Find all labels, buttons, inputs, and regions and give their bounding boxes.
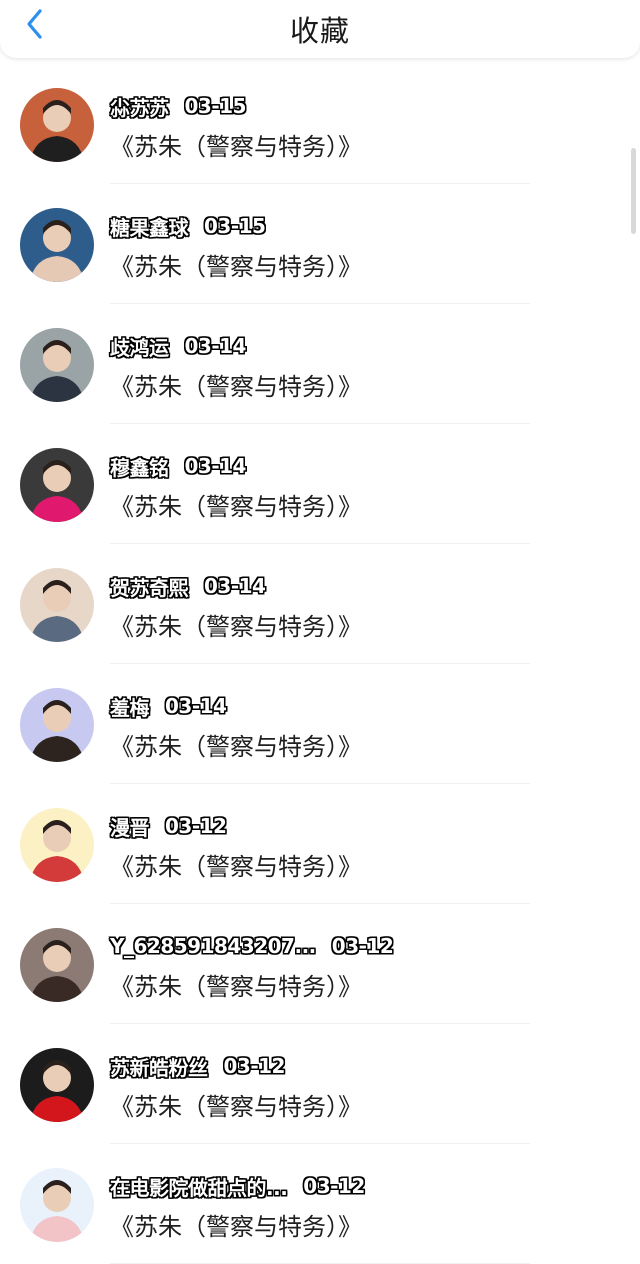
avatar[interactable]: [20, 1048, 94, 1122]
user-name[interactable]: 贺苏奇熙: [110, 572, 189, 601]
avatar[interactable]: [20, 808, 94, 882]
user-name[interactable]: 歧鸿运: [110, 332, 169, 361]
work-title[interactable]: 《苏朱（警察与特务）》: [110, 367, 362, 402]
item-date: 03-15: [184, 94, 247, 118]
list-item[interactable]: 糖果鑫球 03-15 《苏朱（警察与特务）》: [0, 184, 640, 304]
item-meta: 穆鑫铭 03-14: [110, 452, 246, 480]
avatar[interactable]: [20, 208, 94, 282]
user-name[interactable]: 尛苏苏: [110, 92, 169, 121]
avatar[interactable]: [20, 688, 94, 762]
avatar[interactable]: [20, 568, 94, 642]
work-title[interactable]: 《苏朱（警察与特务）》: [110, 967, 362, 1002]
item-meta: 贺苏奇熙 03-14: [110, 572, 266, 601]
user-name[interactable]: 苏新皓粉丝: [110, 1052, 208, 1081]
avatar[interactable]: [20, 88, 94, 162]
item-meta: 羞梅 03-14: [110, 692, 227, 721]
avatar[interactable]: [20, 928, 94, 1002]
item-date: 03-12: [165, 814, 227, 838]
list-item[interactable]: 在电影院做甜点的... 03-12 《苏朱（警察与特务）》: [0, 1144, 640, 1264]
item-meta: 糖果鑫球 03-15: [110, 212, 266, 241]
work-title[interactable]: 《苏朱（警察与特务）》: [110, 487, 362, 522]
item-meta: 歧鸿运 03-14: [110, 332, 246, 360]
item-date: 03-14: [184, 454, 247, 478]
avatar[interactable]: [20, 448, 94, 522]
item-meta: 苏新皓粉丝 03-12: [110, 1052, 285, 1080]
work-title[interactable]: 《苏朱（警察与特务）》: [110, 127, 362, 162]
avatar[interactable]: [20, 328, 94, 402]
work-title[interactable]: 《苏朱（警察与特务）》: [110, 607, 362, 642]
list-item[interactable]: 苏新皓粉丝 03-12 《苏朱（警察与特务）》: [0, 1024, 640, 1144]
item-meta: 漫晋 03-12: [110, 812, 227, 841]
item-date: 03-14: [165, 694, 227, 718]
item-date: 03-12: [331, 934, 394, 958]
list-item[interactable]: 歧鸿运 03-14 《苏朱（警察与特务）》: [0, 304, 640, 424]
user-name[interactable]: 漫晋: [110, 812, 150, 841]
item-date: 03-15: [204, 214, 266, 238]
page-title: 收藏: [289, 14, 350, 48]
work-title[interactable]: 《苏朱（警察与特务）》: [110, 1087, 362, 1122]
user-name[interactable]: 羞梅: [110, 692, 150, 721]
list-item[interactable]: 羞梅 03-14 《苏朱（警察与特务）》: [0, 664, 640, 784]
list-item[interactable]: Y_628591843207... 03-12 《苏朱（警察与特务）》: [0, 904, 640, 1024]
scrollbar[interactable]: [631, 148, 636, 234]
top-bar: 收藏: [0, 0, 640, 58]
list-item[interactable]: 漫晋 03-12 《苏朱（警察与特务）》: [0, 784, 640, 904]
list-item[interactable]: 穆鑫铭 03-14 《苏朱（警察与特务）》: [0, 424, 640, 544]
list-item[interactable]: 贺苏奇熙 03-14 《苏朱（警察与特务）》: [0, 544, 640, 664]
user-name[interactable]: Y_628591843207...: [110, 934, 316, 958]
list-item[interactable]: 尛苏苏 03-15 《苏朱（警察与特务）》: [0, 64, 640, 184]
item-date: 03-14: [204, 574, 266, 598]
favorites-list: 尛苏苏 03-15 《苏朱（警察与特务）》 糖果鑫球 03-15 《苏朱（警察与特务）》歧…: [0, 64, 640, 1264]
work-title[interactable]: 《苏朱（警察与特务）》: [110, 727, 362, 762]
work-title[interactable]: 《苏朱（警察与特务）》: [110, 847, 362, 882]
item-date: 03-14: [184, 334, 247, 358]
item-meta: Y_628591843207... 03-12: [110, 932, 394, 960]
work-title[interactable]: 《苏朱（警察与特务）》: [110, 247, 362, 282]
user-name[interactable]: 在电影院做甜点的...: [110, 1172, 288, 1201]
item-meta: 在电影院做甜点的... 03-12: [110, 1172, 365, 1200]
item-date: 03-12: [303, 1174, 365, 1198]
work-title[interactable]: 《苏朱（警察与特务）》: [110, 1207, 362, 1242]
item-meta: 尛苏苏 03-15: [110, 92, 246, 120]
user-name[interactable]: 糖果鑫球: [110, 212, 189, 241]
avatar[interactable]: [20, 1168, 94, 1242]
user-name[interactable]: 穆鑫铭: [110, 452, 169, 481]
item-date: 03-12: [223, 1054, 286, 1078]
